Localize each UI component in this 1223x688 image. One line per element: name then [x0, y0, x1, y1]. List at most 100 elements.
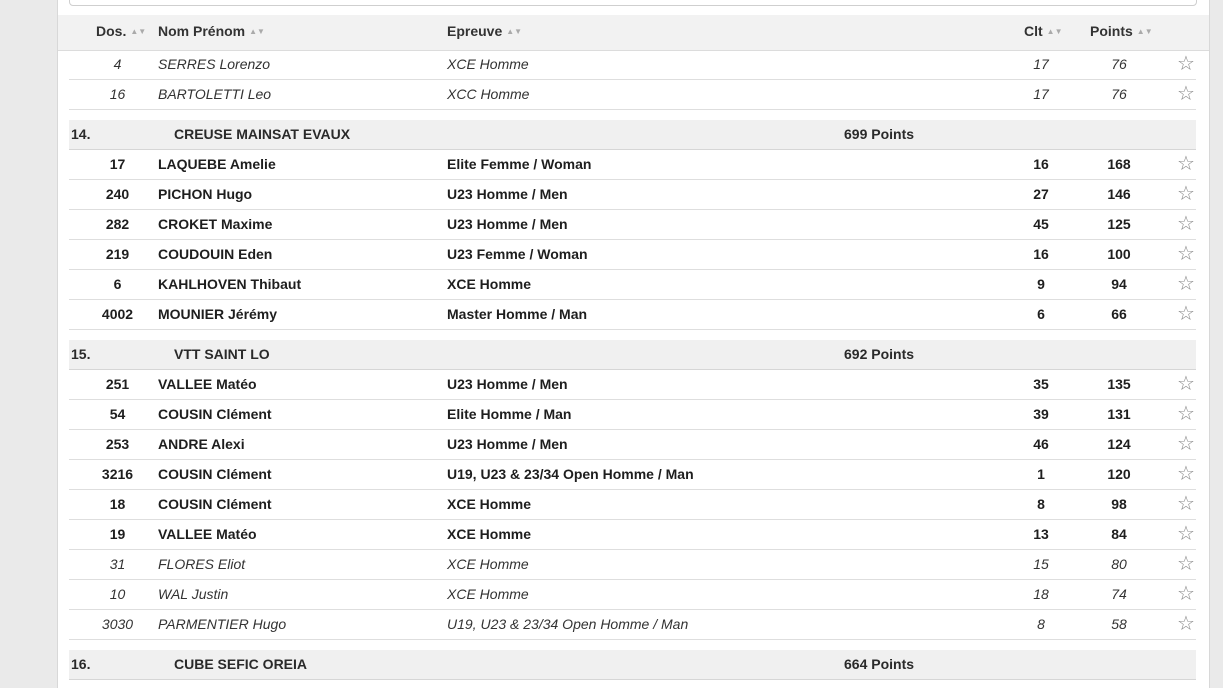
club-header-row: 15. VTT SAINT LO 692 Points: [69, 340, 1196, 370]
bib-number: 3030: [101, 616, 134, 632]
club-rank: 15.: [71, 346, 91, 362]
result-row[interactable]: 18 COUSIN Clément XCE Homme 8 98 ☆: [69, 490, 1196, 520]
result-row[interactable]: 10 WAL Justin XCE Homme 18 74 ☆: [69, 580, 1196, 610]
bib-number: 54: [109, 406, 126, 422]
star-outline-icon[interactable]: ☆: [1175, 80, 1197, 109]
event-name: U19, U23 & 23/34 Open Homme / Man: [447, 466, 694, 482]
club-rank: 16.: [71, 656, 91, 672]
star-outline-icon[interactable]: ☆: [1175, 50, 1197, 79]
rider-name: COUDOUIN Eden: [158, 246, 273, 262]
column-header-nom-label: Nom Prénom: [158, 23, 246, 39]
column-header-clt[interactable]: Clt ▲▼: [1024, 15, 1063, 50]
sort-icon[interactable]: ▲▼: [1137, 27, 1153, 36]
points: 146: [1107, 186, 1131, 202]
result-row[interactable]: 54 COUSIN Clément Elite Homme / Man 39 131 ☆: [69, 400, 1196, 430]
star-outline-icon[interactable]: ☆: [1175, 520, 1197, 549]
ranking: 39: [1033, 406, 1049, 422]
club-name: VTT SAINT LO: [174, 346, 270, 362]
bib-number: 253: [105, 436, 130, 452]
column-header-clt-label: Clt: [1024, 23, 1043, 39]
column-header-dos[interactable]: Dos. ▲▼: [96, 15, 146, 50]
club-name: CUBE SEFIC OREIA: [174, 656, 308, 672]
result-row[interactable]: 3030 PARMENTIER Hugo U19, U23 & 23/34 Open…: [69, 610, 1196, 640]
column-header-nom[interactable]: Nom Prénom ▲▼: [158, 15, 265, 50]
points: 76: [1111, 86, 1127, 102]
column-header-epreuve-label: Epreuve: [447, 23, 503, 39]
table-header: Dos. ▲▼ Nom Prénom ▲▼ Epreuve ▲▼ Clt ▲▼ Poin…: [58, 15, 1209, 51]
rider-name: PARMENTIER Hugo: [158, 616, 287, 632]
star-outline-icon[interactable]: ☆: [1175, 180, 1197, 209]
result-row[interactable]: 17 LAQUEBE Amelie Elite Femme / Woman 16 168…: [69, 150, 1196, 180]
ranking: 6: [1037, 306, 1045, 322]
rider-name: VALLEE Matéo: [158, 526, 257, 542]
rider-name: PICHON Hugo: [158, 186, 253, 202]
star-outline-icon[interactable]: ☆: [1175, 580, 1197, 609]
rider-name: WAL Justin: [158, 586, 229, 602]
points: 120: [1107, 466, 1131, 482]
ranking: 16: [1033, 156, 1049, 172]
column-header-points-label: Points: [1090, 23, 1133, 39]
sort-icon[interactable]: ▲▼: [1047, 27, 1063, 36]
bib-number: 282: [105, 216, 130, 232]
filter-input[interactable]: [69, 0, 1197, 6]
star-outline-icon[interactable]: ☆: [1175, 240, 1197, 269]
result-row[interactable]: 240 PICHON Hugo U23 Homme / Men 27 146 ☆: [69, 180, 1196, 210]
result-row[interactable]: 251 VALLEE Matéo U23 Homme / Men 35 135 ☆: [69, 370, 1196, 400]
star-outline-icon[interactable]: ☆: [1175, 150, 1197, 179]
points: 125: [1107, 216, 1131, 232]
result-row[interactable]: 6 KAHLHOVEN Thibaut XCE Homme 9 94 ☆: [69, 270, 1196, 300]
points: 168: [1107, 156, 1131, 172]
result-row[interactable]: 19 VALLEE Matéo XCE Homme 13 84 ☆: [69, 520, 1196, 550]
event-name: XCE Homme: [447, 496, 532, 512]
rider-name: COUSIN Clément: [158, 406, 272, 422]
event-name: XCE Homme: [447, 276, 532, 292]
result-row[interactable]: 282 CROKET Maxime U23 Homme / Men 45 125 ☆: [69, 210, 1196, 240]
star-outline-icon[interactable]: ☆: [1175, 210, 1197, 239]
result-row[interactable]: 4 SERRES Lorenzo XCE Homme 17 76 ☆: [69, 50, 1196, 80]
star-outline-icon[interactable]: ☆: [1175, 270, 1197, 299]
bib-number: 4002: [101, 306, 134, 322]
event-name: U23 Homme / Men: [447, 436, 568, 452]
star-outline-icon[interactable]: ☆: [1175, 370, 1197, 399]
star-outline-icon[interactable]: ☆: [1175, 490, 1197, 519]
star-outline-icon[interactable]: ☆: [1175, 400, 1197, 429]
ranking: 35: [1033, 376, 1049, 392]
sort-icon[interactable]: ▲▼: [506, 27, 522, 36]
column-header-dos-label: Dos.: [96, 23, 127, 39]
results-table-body: 4 SERRES Lorenzo XCE Homme 17 76 ☆ 16 BARTOLETT…: [69, 50, 1196, 680]
ranking: 16: [1033, 246, 1049, 262]
result-row[interactable]: 219 COUDOUIN Eden U23 Femme / Woman 16 100 ☆: [69, 240, 1196, 270]
rider-name: KAHLHOVEN Thibaut: [158, 276, 302, 292]
result-row[interactable]: 16 BARTOLETTI Leo XCC Homme 17 76 ☆: [69, 80, 1196, 110]
column-header-epreuve[interactable]: Epreuve ▲▼: [447, 15, 522, 50]
points: 94: [1111, 276, 1127, 292]
club-points: 699 Points: [844, 126, 915, 142]
rider-name: MOUNIER Jérémy: [158, 306, 278, 322]
star-outline-icon[interactable]: ☆: [1175, 430, 1197, 459]
result-row[interactable]: 253 ANDRE Alexi U23 Homme / Men 46 124 ☆: [69, 430, 1196, 460]
club-points: 692 Points: [844, 346, 915, 362]
rider-name: CROKET Maxime: [158, 216, 273, 232]
sort-icon[interactable]: ▲▼: [249, 27, 265, 36]
ranking: 9: [1037, 276, 1045, 292]
points: 98: [1111, 496, 1127, 512]
star-outline-icon[interactable]: ☆: [1175, 300, 1197, 329]
club-rank: 14.: [71, 126, 91, 142]
star-outline-icon[interactable]: ☆: [1175, 610, 1197, 639]
rider-name: VALLEE Matéo: [158, 376, 257, 392]
result-row[interactable]: 4002 MOUNIER Jérémy Master Homme / Man 6 66 ☆: [69, 300, 1196, 330]
event-name: XCE Homme: [447, 526, 532, 542]
results-panel: Dos. ▲▼ Nom Prénom ▲▼ Epreuve ▲▼ Clt ▲▼ Poin…: [57, 0, 1210, 688]
club-points: 664 Points: [844, 656, 915, 672]
star-outline-icon[interactable]: ☆: [1175, 460, 1197, 489]
rider-name: SERRES Lorenzo: [158, 56, 271, 72]
sort-icon[interactable]: ▲▼: [130, 27, 146, 36]
result-row[interactable]: 31 FLORES Eliot XCE Homme 15 80 ☆: [69, 550, 1196, 580]
ranking: 13: [1033, 526, 1049, 542]
star-outline-icon[interactable]: ☆: [1175, 550, 1197, 579]
ranking: 17: [1033, 56, 1049, 72]
rider-name: BARTOLETTI Leo: [158, 86, 272, 102]
column-header-points[interactable]: Points ▲▼: [1090, 15, 1153, 50]
ranking: 27: [1033, 186, 1049, 202]
result-row[interactable]: 3216 COUSIN Clément U19, U23 & 23/34 Open …: [69, 460, 1196, 490]
